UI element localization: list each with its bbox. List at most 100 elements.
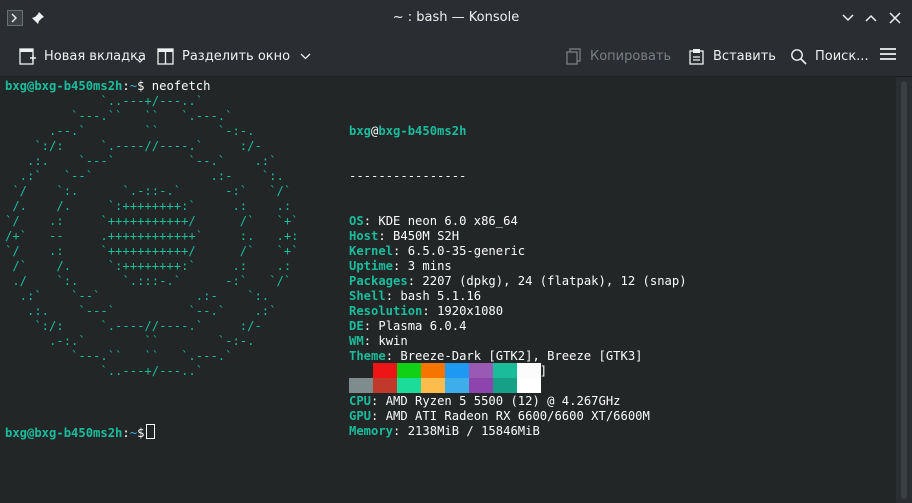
info-colon: :	[371, 409, 386, 423]
copy-icon	[564, 47, 582, 65]
info-colon: :	[407, 274, 423, 288]
info-value: 1920x1080	[437, 304, 504, 318]
info-value: 6.5.0-35-generic	[407, 244, 526, 258]
info-key: Host	[349, 229, 379, 243]
prompt-user: bxg@bxg-b450ms2h	[5, 79, 123, 93]
title-bar: ~ : bash — Konsole	[0, 0, 912, 36]
logo-line: .-:.` `` `-:-.	[5, 334, 255, 348]
split-view-label: Разделить окно	[182, 48, 291, 64]
info-key: OS	[349, 214, 364, 228]
chevron-up-icon[interactable]	[862, 9, 880, 27]
color-swatch	[445, 363, 469, 378]
info-value: 3 mins	[407, 259, 452, 273]
hamburger-menu-icon	[879, 47, 897, 65]
info-row: WM: kwin	[349, 334, 687, 349]
info-row: OS: KDE neon 6.0 x86_64	[349, 214, 687, 229]
color-swatch	[397, 378, 421, 393]
info-value: Breeze-Dark [GTK2], Breeze [GTK3]	[400, 349, 643, 363]
info-colon: :	[393, 424, 408, 438]
system-info: bxg@bxg-b450ms2h ---------------- OS: KD…	[349, 94, 687, 469]
info-value: B450M S2H	[393, 229, 460, 243]
color-swatch	[517, 378, 541, 393]
color-swatch	[517, 363, 541, 378]
color-swatch	[421, 378, 445, 393]
color-swatch	[493, 363, 517, 378]
info-row: Shell: bash 5.1.16	[349, 289, 687, 304]
info-user: bxg	[349, 124, 372, 138]
info-colon: :	[393, 244, 408, 258]
chevron-down-icon[interactable]	[300, 49, 311, 64]
new-tab-icon	[18, 47, 36, 65]
scrollbar[interactable]	[896, 77, 912, 503]
info-key: Uptime	[349, 259, 394, 273]
command-text: neofetch	[151, 79, 211, 93]
hamburger-menu-button[interactable]	[879, 43, 897, 69]
info-key: Resolution	[349, 304, 423, 318]
info-key: DE	[349, 319, 364, 333]
color-swatch	[373, 363, 397, 378]
find-label: Поиск...	[815, 48, 869, 64]
logo-line: `:/: `.----//----.` :/-	[5, 139, 262, 153]
info-value: AMD Ryzen 5 5500 (12) @ 4.267GHz	[385, 394, 621, 408]
copy-label: Копировать	[590, 48, 672, 64]
text-cursor	[146, 424, 156, 439]
info-colon: :	[363, 319, 379, 333]
logo-line: .:` `--` .:- `:.	[5, 169, 284, 183]
logo-line: .:. `---` `--.` .:`	[5, 154, 277, 168]
find-button[interactable]: Поиск...	[789, 43, 869, 69]
logo-line: `/ .: `+++++++++++/ /` `+`	[5, 214, 299, 228]
info-colon: :	[385, 349, 401, 363]
info-row: Host: B450M S2H	[349, 229, 687, 244]
info-value: 2207 (dpkg), 24 (flatpak), 12 (snap)	[422, 274, 687, 288]
info-value: 2138MiB / 15846MiB	[407, 424, 540, 438]
command-line: bxg@bxg-b450ms2h:~$ neofetch	[5, 79, 210, 94]
new-tab-label: Новая вкладка	[44, 48, 146, 64]
info-key: Theme	[349, 349, 386, 363]
paste-button[interactable]: Вставить	[687, 43, 776, 69]
color-swatch	[445, 378, 469, 393]
prompt-separator: :	[122, 426, 130, 440]
info-row: Uptime: 3 mins	[349, 259, 687, 274]
close-icon[interactable]	[886, 9, 904, 27]
info-row: DE: Plasma 6.0.4	[349, 319, 687, 334]
palette-row	[349, 363, 541, 378]
terminal-view[interactable]: bxg@bxg-b450ms2h:~$ neofetch `..---+/---…	[0, 77, 896, 503]
toolbar: Новая вкладка Разделить окно Копировать …	[0, 36, 912, 77]
logo-line: `..---+/---..`	[5, 364, 204, 378]
info-separator: ----------------	[349, 169, 467, 183]
info-row: GPU: AMD ATI Radeon RX 6600/6600 XT/6600…	[349, 409, 687, 424]
split-view-button[interactable]: Разделить окно	[156, 43, 311, 69]
logo-line: .:` `--` .:- `:.	[5, 289, 270, 303]
logo-line: `/ .: `+++++++++++/ /` `+`	[5, 244, 299, 258]
prompt-symbol: $	[137, 426, 145, 440]
logo-line: /` /. `:++++++++:` .: .:	[5, 259, 292, 273]
info-colon: :	[378, 229, 394, 243]
search-icon	[789, 47, 807, 65]
info-colon: :	[371, 394, 386, 408]
info-value: kwin	[378, 334, 408, 348]
prompt-user: bxg@bxg-b450ms2h	[5, 426, 123, 440]
new-tab-button[interactable]: Новая вкладка	[18, 43, 146, 69]
new-tab-dropdown[interactable]	[136, 53, 144, 69]
info-key: GPU	[349, 409, 372, 423]
scrollbar-track[interactable]	[901, 81, 907, 499]
info-row: CPU: AMD Ryzen 5 5500 (12) @ 4.267GHz	[349, 394, 687, 409]
info-colon: :	[422, 304, 438, 318]
info-colon: :	[393, 259, 408, 273]
info-row: Kernel: 6.5.0-35-generic	[349, 244, 687, 259]
copy-button[interactable]: Копировать	[564, 43, 671, 69]
info-host: bxg-b450ms2h	[378, 124, 467, 138]
command-line[interactable]: bxg@bxg-b450ms2h:~$	[5, 424, 156, 441]
info-value: AMD ATI Radeon RX 6600/6600 XT/6600M	[385, 409, 650, 423]
logo-line: `/ `:. `.-::-.` -:` `/`	[5, 184, 292, 198]
logo-line: /+` -- .++++++++++++` :. .+:	[5, 229, 299, 243]
paste-label: Вставить	[713, 48, 776, 64]
info-row: Resolution: 1920x1080	[349, 304, 687, 319]
logo-line: /. /. `:++++++++:` .: .:	[5, 199, 292, 213]
prompt-symbol: $	[137, 79, 145, 93]
logo-line: `:/: `.----//----.` :/-	[5, 319, 262, 333]
chevron-down-icon[interactable]	[839, 9, 857, 27]
info-row: Packages: 2207 (dpkg), 24 (flatpak), 12 …	[349, 274, 687, 289]
chevron-down-icon	[136, 56, 144, 67]
info-key: CPU	[349, 394, 372, 408]
